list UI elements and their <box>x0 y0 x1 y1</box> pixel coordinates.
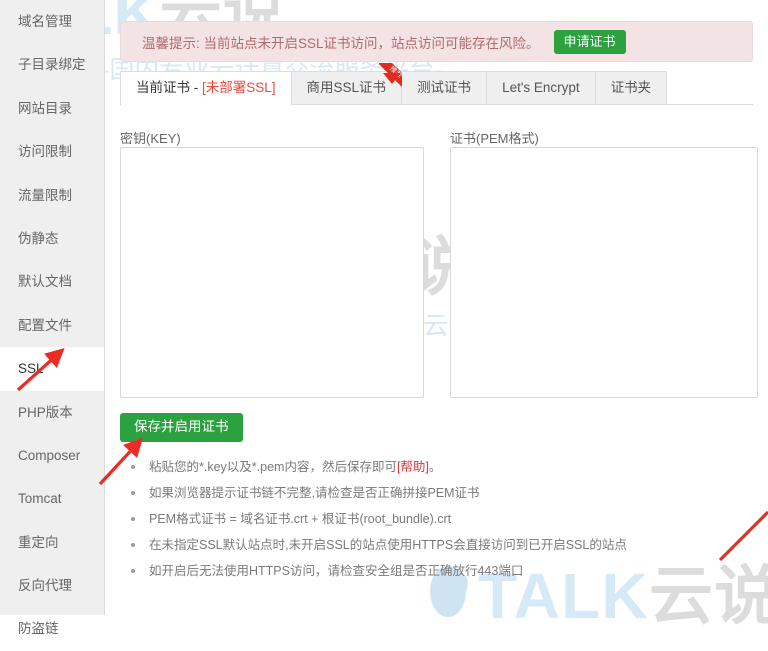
help-note-tail: 。 <box>428 460 442 474</box>
sidebar-item-label: 域名管理 <box>18 14 72 29</box>
sidebar-item-子目录绑定[interactable]: 子目录绑定 <box>0 43 104 86</box>
ssl-warning-banner: 温馨提示: 当前站点未开启SSL证书访问，站点访问可能存在风险。 申请证书 <box>120 21 753 62</box>
sidebar: 域名管理子目录绑定网站目录访问限制流量限制伪静态默认文档配置文件 SSL PHP版本… <box>0 0 105 636</box>
tab-row: 当前证书 - [未部署SSL] 商用SSL证书 推荐 测试证书 Let's Encryp… <box>120 63 753 105</box>
tab-label: Let's Encrypt <box>502 80 580 95</box>
sidebar-item-label: 重定向 <box>18 534 59 550</box>
tab-0[interactable]: 当前证书 - [未部署SSL] <box>120 71 292 105</box>
tab-status-label: [未部署SSL] <box>202 80 276 95</box>
tab-4[interactable]: 证书夹 <box>595 71 668 104</box>
help-note: 如果浏览器提示证书链不完整,请检查是否正确拼接PEM证书 <box>123 485 733 501</box>
sidebar-item-label: 默认文档 <box>18 274 72 290</box>
sidebar-item-label: SSL <box>18 361 44 377</box>
private-key-textarea[interactable] <box>120 147 424 398</box>
help-note: 在未指定SSL默认站点时,未开启SSL的站点使用HTTPS会直接访问到已开启SS… <box>123 537 733 553</box>
sidebar-item-反向代理[interactable]: 反向代理 <box>0 564 104 607</box>
help-note-text: 如开启后无法使用HTTPS访问，请检查安全组是否正确放行443端口 <box>149 564 524 578</box>
help-note: PEM格式证书 = 域名证书.crt + 根证书(root_bundle).cr… <box>123 511 733 527</box>
tab-label: 证书夹 <box>610 80 652 95</box>
sidebar-item-label: 配置文件 <box>18 317 72 333</box>
sidebar-item-防盗链[interactable]: 防盗链 <box>0 607 104 650</box>
ssl-warning-text: 温馨提示: 当前站点未开启SSL证书访问，站点访问可能存在风险。 <box>142 35 540 51</box>
save-and-enable-certificate-button[interactable]: 保存并启用证书 <box>120 413 243 442</box>
sidebar-item-SSL[interactable]: SSL <box>0 347 104 391</box>
tab-label: 测试证书 <box>417 80 472 95</box>
sidebar-item-Composer[interactable]: Composer <box>0 434 104 477</box>
sidebar-item-label: 反向代理 <box>18 578 72 594</box>
sidebar-item-label: 访问限制 <box>18 144 72 160</box>
sidebar-item-域名管理[interactable]: 域名管理 <box>0 0 104 43</box>
sidebar-item-label: 防盗链 <box>18 621 59 637</box>
help-note: 如开启后无法使用HTTPS访问，请检查安全组是否正确放行443端口 <box>123 563 733 579</box>
help-note-text: 粘贴您的*.key以及*.pem内容，然后保存即可 <box>149 460 397 474</box>
sidebar-item-默认文档[interactable]: 默认文档 <box>0 260 104 303</box>
tab-label: 当前证书 - <box>136 80 202 95</box>
help-note-text: 如果浏览器提示证书链不完整,请检查是否正确拼接PEM证书 <box>149 486 480 500</box>
sidebar-item-重定向[interactable]: 重定向 <box>0 521 104 564</box>
help-link[interactable]: [帮助] <box>397 460 429 474</box>
sidebar-item-label: 流量限制 <box>18 187 72 203</box>
sidebar-item-label: PHP版本 <box>18 404 73 420</box>
help-note: 粘贴您的*.key以及*.pem内容，然后保存即可[帮助]。 <box>123 459 733 475</box>
sidebar-item-label: 网站目录 <box>18 100 72 116</box>
sidebar-item-PHP版本[interactable]: PHP版本 <box>0 391 104 434</box>
sidebar-item-伪静态[interactable]: 伪静态 <box>0 217 104 260</box>
tab-2[interactable]: 测试证书 <box>402 71 488 104</box>
sidebar-item-label: Composer <box>18 447 81 463</box>
certificate-pem-textarea[interactable] <box>450 147 758 398</box>
sidebar-item-网站目录[interactable]: 网站目录 <box>0 87 104 130</box>
sidebar-item-label: 子目录绑定 <box>18 57 86 73</box>
help-notes-list: 粘贴您的*.key以及*.pem内容，然后保存即可[帮助]。如果浏览器提示证书链… <box>123 459 733 589</box>
apply-certificate-button[interactable]: 申请证书 <box>553 29 626 54</box>
sidebar-item-Tomcat[interactable]: Tomcat <box>0 477 104 520</box>
sidebar-item-label: 伪静态 <box>18 230 59 246</box>
pem-field-label: 证书(PEM格式) <box>450 131 539 146</box>
tab-1[interactable]: 商用SSL证书 推荐 <box>291 63 410 104</box>
key-field-label: 密钥(KEY) <box>120 131 181 146</box>
tab-3[interactable]: Let's Encrypt <box>487 71 596 104</box>
tab-label: 商用SSL证书 <box>306 80 387 95</box>
help-note-text: 在未指定SSL默认站点时,未开启SSL的站点使用HTTPS会直接访问到已开启SS… <box>149 538 627 552</box>
sidebar-item-label: Tomcat <box>18 491 62 507</box>
certificate-tabs: 当前证书 - [未部署SSL] 商用SSL证书 推荐 测试证书 Let's Encryp… <box>120 63 753 105</box>
sidebar-item-配置文件[interactable]: 配置文件 <box>0 304 104 347</box>
help-note-text: PEM格式证书 = 域名证书.crt + 根证书(root_bundle).cr… <box>149 512 452 526</box>
main-panel: 温馨提示: 当前站点未开启SSL证书访问，站点访问可能存在风险。 申请证书 当前… <box>105 0 768 615</box>
sidebar-item-流量限制[interactable]: 流量限制 <box>0 174 104 217</box>
sidebar-item-访问限制[interactable]: 访问限制 <box>0 130 104 173</box>
